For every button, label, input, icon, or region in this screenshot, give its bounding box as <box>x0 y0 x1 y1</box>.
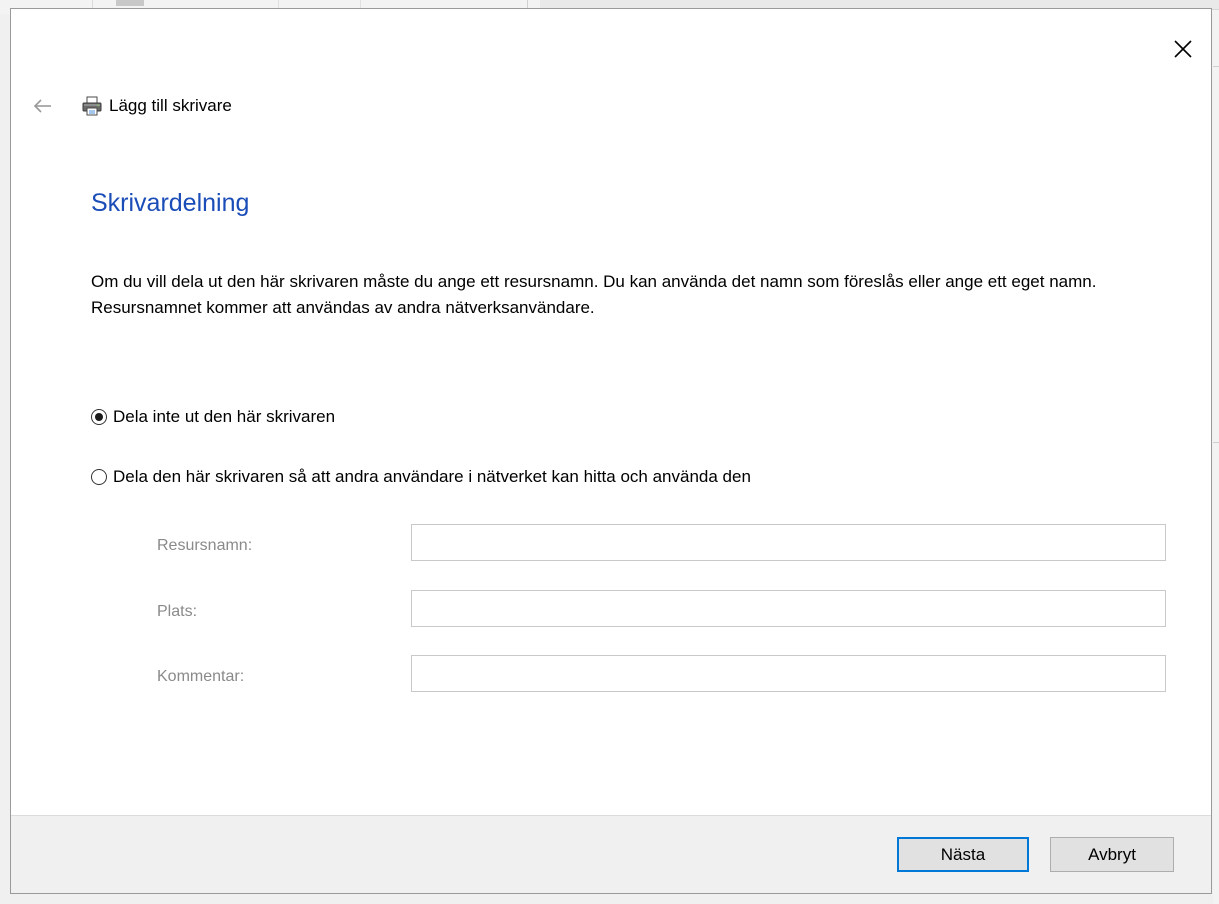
radio-label: Dela inte ut den här skrivaren <box>113 407 336 426</box>
comment-label: Kommentar: <box>157 668 245 685</box>
back-arrow-icon[interactable] <box>31 94 55 118</box>
radio-share-printer[interactable]: Dela den här skrivaren så att andra anvä… <box>91 467 751 487</box>
background-divider <box>278 0 279 8</box>
background-window-edge <box>1213 14 1219 904</box>
comment-input[interactable] <box>411 655 1166 692</box>
next-button[interactable]: Nästa <box>897 837 1029 872</box>
page-title: Skrivardelning <box>91 189 250 217</box>
close-icon <box>1174 40 1192 58</box>
page-description: Om du vill dela ut den här skrivaren mås… <box>91 272 1097 317</box>
location-label: Plats: <box>157 603 198 620</box>
dialog-footer: Nästa Avbryt <box>11 815 1211 893</box>
background-tab <box>116 0 144 6</box>
background-divider <box>1213 442 1219 443</box>
radio-button-unselected[interactable] <box>91 469 107 485</box>
radio-do-not-share[interactable]: Dela inte ut den här skrivaren <box>91 407 335 427</box>
radio-button-selected[interactable] <box>91 409 107 425</box>
wizard-header: Lägg till skrivare <box>31 91 232 121</box>
close-button[interactable] <box>1169 35 1197 63</box>
dialog-title: Lägg till skrivare <box>109 96 232 115</box>
background-divider <box>1213 66 1219 67</box>
printer-icon <box>82 96 102 116</box>
radio-label: Dela den här skrivaren så att andra anvä… <box>113 467 751 486</box>
share-name-input[interactable] <box>411 524 1166 561</box>
share-name-label: Resursnamn: <box>157 537 253 554</box>
add-printer-dialog: Lägg till skrivare Skrivardelning Om du … <box>10 8 1212 894</box>
background-divider <box>360 0 361 8</box>
cancel-button[interactable]: Avbryt <box>1050 837 1174 872</box>
location-input[interactable] <box>411 590 1166 627</box>
